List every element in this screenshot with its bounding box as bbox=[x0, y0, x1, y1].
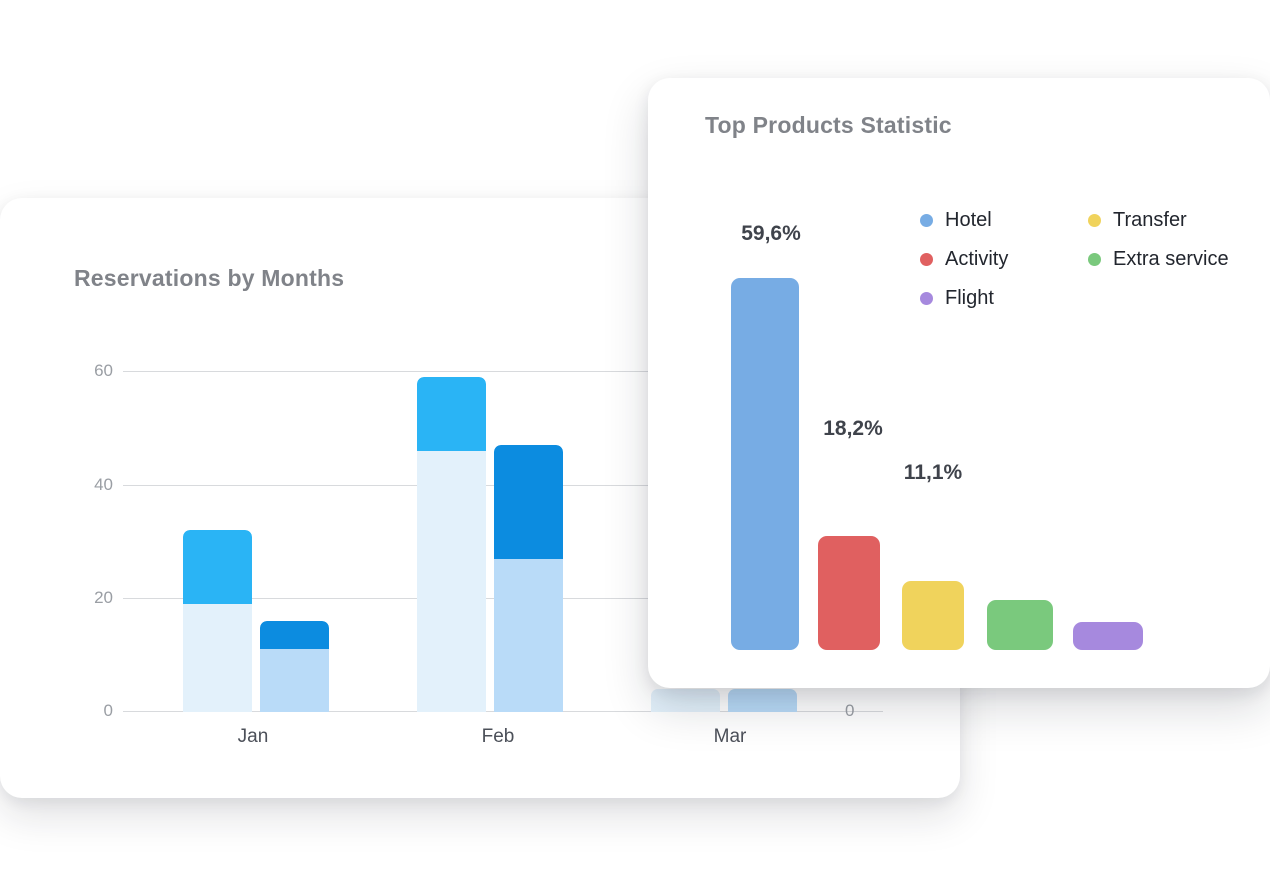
legend-color-dot-icon bbox=[920, 214, 933, 227]
bar-transfer[interactable] bbox=[902, 580, 964, 650]
legend-label: Hotel bbox=[945, 209, 992, 231]
reservations-card-title: Reservations by Months bbox=[74, 265, 345, 291]
bar-segment-base bbox=[494, 558, 563, 712]
x-axis-label-mar: Mar bbox=[713, 726, 747, 747]
bar-feb-series2[interactable] bbox=[494, 444, 563, 712]
bar-mar-series2[interactable] bbox=[728, 689, 797, 712]
x-axis-label-jan: Jan bbox=[237, 726, 269, 747]
bar-segment-top bbox=[494, 444, 563, 559]
y-axis-right-tick-0: 0 bbox=[845, 701, 855, 720]
bar-hotel[interactable] bbox=[731, 277, 799, 650]
legend-item-hotel[interactable]: Hotel bbox=[920, 209, 1088, 232]
dashboard-stage: Reservations by Months 60 40 20 0 0 Jan … bbox=[0, 0, 1270, 890]
top-products-chart-plot bbox=[731, 250, 1161, 650]
bar-feb-series1[interactable] bbox=[417, 376, 486, 712]
y-axis-tick-20: 20 bbox=[94, 588, 113, 607]
y-axis-tick-60: 60 bbox=[94, 361, 113, 380]
bar-segment-top bbox=[183, 530, 252, 605]
bar-jan-series1[interactable] bbox=[183, 530, 252, 712]
bar-segment-top bbox=[417, 376, 486, 451]
bar-segment-base bbox=[183, 604, 252, 712]
bar-flight[interactable] bbox=[1073, 621, 1143, 650]
value-label-hotel: 59,6% bbox=[741, 222, 801, 245]
bar-mar-series1[interactable] bbox=[651, 689, 720, 712]
value-label-transfer: 11,1% bbox=[903, 461, 963, 484]
bar-group-feb bbox=[417, 371, 617, 712]
legend-item-transfer[interactable]: Transfer bbox=[1088, 209, 1250, 232]
bar-jan-series2[interactable] bbox=[260, 621, 329, 712]
legend-color-dot-icon bbox=[1088, 214, 1101, 227]
x-axis-label-feb: Feb bbox=[481, 726, 515, 747]
bar-segment-base bbox=[417, 450, 486, 712]
bar-segment-base bbox=[728, 689, 797, 712]
y-axis-tick-40: 40 bbox=[94, 475, 113, 494]
bar-segment-base bbox=[651, 689, 720, 712]
legend-label: Transfer bbox=[1113, 209, 1187, 231]
bar-activity[interactable] bbox=[818, 536, 880, 650]
bar-segment-top bbox=[260, 621, 329, 650]
bar-extra-service[interactable] bbox=[987, 600, 1053, 650]
value-label-activity: 18,2% bbox=[823, 417, 883, 440]
top-products-card-title: Top Products Statistic bbox=[705, 112, 952, 138]
bar-group-jan bbox=[183, 371, 383, 712]
bar-segment-base bbox=[260, 649, 329, 712]
y-axis-tick-0: 0 bbox=[103, 701, 113, 720]
